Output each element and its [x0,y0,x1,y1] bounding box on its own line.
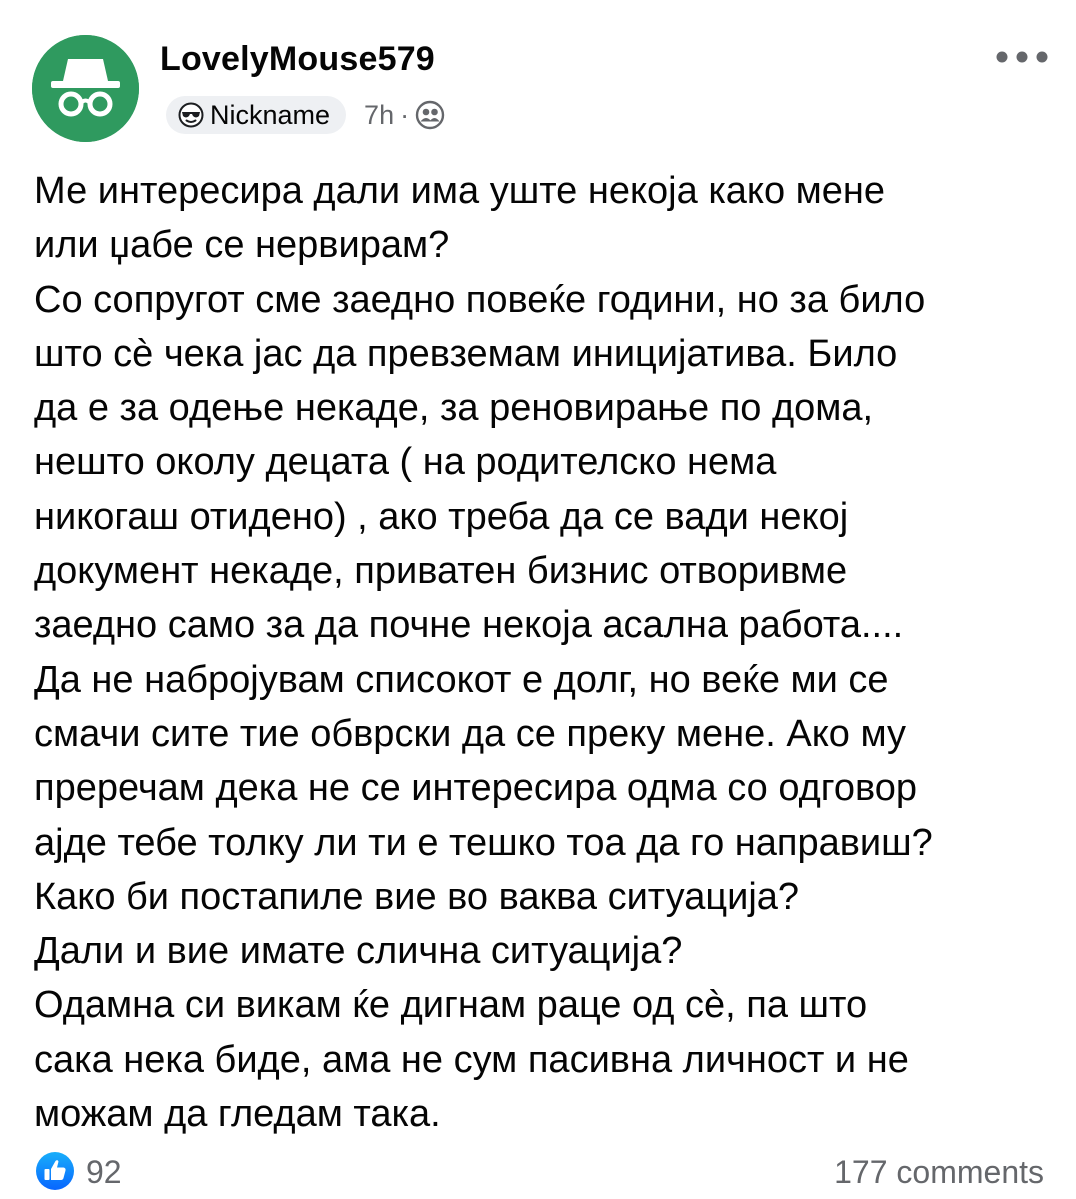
post-footer: 92 177 comments [0,1148,1076,1199]
post-header: LovelyMouse579 Nickname 7h · [0,0,1076,150]
sunglasses-emoji-icon [178,102,204,128]
friends-icon[interactable] [415,100,445,130]
author-name[interactable]: LovelyMouse579 [160,40,435,79]
more-options-button[interactable] [992,42,1052,72]
post-text: Ме интересира дали има уште некоја како … [34,170,933,1136]
like-icon[interactable] [35,1151,75,1191]
nickname-badge[interactable]: Nickname [166,96,347,134]
incognito-icon [32,35,139,142]
comments-count[interactable]: 177 comments [834,1154,1044,1191]
meta-separator: · [400,99,410,130]
post-meta: Nickname 7h · [166,96,445,134]
avatar[interactable] [32,35,139,142]
post-time[interactable]: 7h [364,100,394,131]
reaction-count[interactable]: 92 [86,1154,122,1191]
nickname-label: Nickname [210,99,331,130]
more-horizontal-icon [996,51,1048,63]
